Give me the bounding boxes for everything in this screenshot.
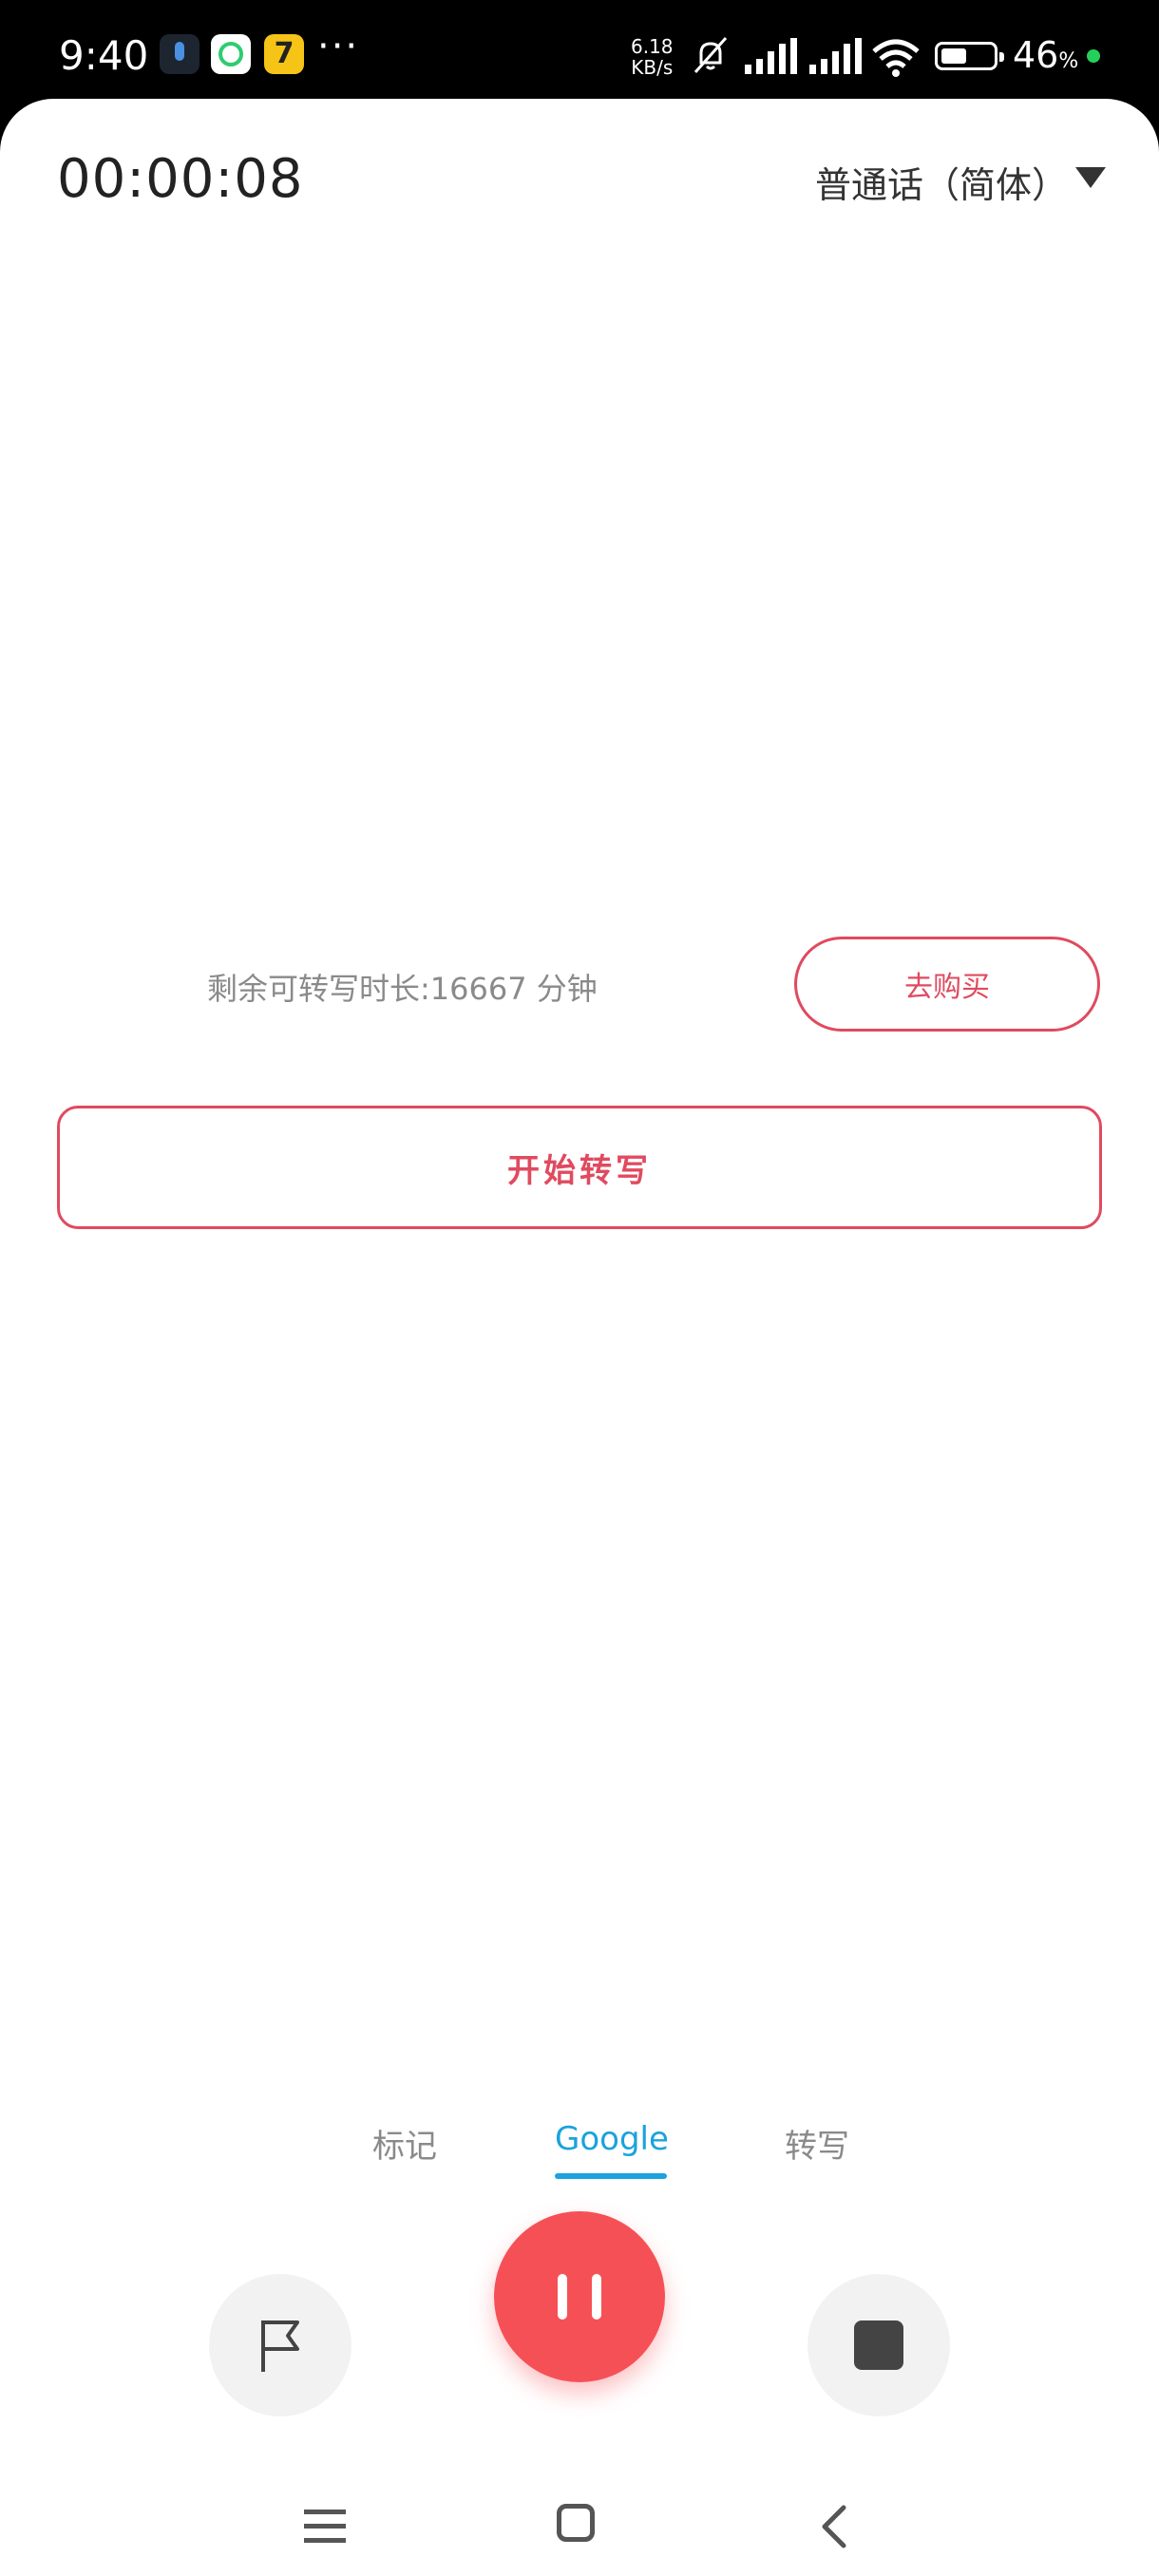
pause-icon: [592, 2274, 601, 2320]
status-time: 9:40: [59, 32, 149, 79]
battery-level: 46%: [1013, 34, 1079, 76]
seven-app-icon: 7: [264, 34, 304, 74]
dropdown-triangle-icon[interactable]: [1075, 167, 1106, 188]
stop-button[interactable]: [808, 2274, 950, 2416]
recording-indicator-dot: [1087, 49, 1100, 63]
pause-icon: [558, 2274, 567, 2320]
signal-hd-icon: [809, 38, 862, 74]
network-speed: 6.18 KB/s: [631, 36, 674, 78]
voice-recorder-app-icon: [160, 34, 200, 74]
system-nav-bar: [0, 2473, 1159, 2576]
mode-tabs: 标记 Google 转写: [0, 2120, 1159, 2196]
back-icon[interactable]: [813, 2504, 855, 2549]
screenshot-app-icon: [211, 34, 251, 74]
menu-icon[interactable]: [304, 2508, 346, 2546]
stop-icon: [854, 2320, 903, 2370]
mark-flag-button[interactable]: [209, 2274, 352, 2416]
network-speed-value: 6.18: [631, 35, 674, 58]
language-selector[interactable]: 普通话（简体）: [815, 156, 1068, 208]
buy-button[interactable]: 去购买: [794, 937, 1100, 1032]
status-bar: 9:40 7 ··· 6.18 KB/s 46%: [0, 0, 1159, 104]
tab-selected-indicator: [555, 2173, 667, 2179]
home-icon[interactable]: [557, 2504, 595, 2542]
network-speed-unit: KB/s: [631, 56, 674, 79]
wifi-icon: [872, 39, 920, 77]
signal-strength-icon: [745, 38, 797, 74]
pause-button[interactable]: [494, 2211, 665, 2382]
mute-bell-icon: [694, 37, 728, 73]
recording-timer: 00:00:08: [57, 148, 304, 210]
flag-icon: [261, 2320, 299, 2372]
tab-mark[interactable]: 标记: [372, 2120, 437, 2167]
start-transcribe-button[interactable]: 开始转写: [57, 1106, 1102, 1229]
tab-google[interactable]: Google: [555, 2120, 669, 2158]
battery-icon: [935, 42, 1004, 70]
recorder-sheet: 00:00:08 普通话（简体） 剩余可转写时长:16667 分钟 去购买 开始…: [0, 99, 1159, 2576]
remaining-duration-text: 剩余可转写时长:16667 分钟: [207, 971, 598, 1007]
more-notifications-icon: ···: [317, 25, 360, 68]
tab-transcribe[interactable]: 转写: [785, 2120, 849, 2167]
